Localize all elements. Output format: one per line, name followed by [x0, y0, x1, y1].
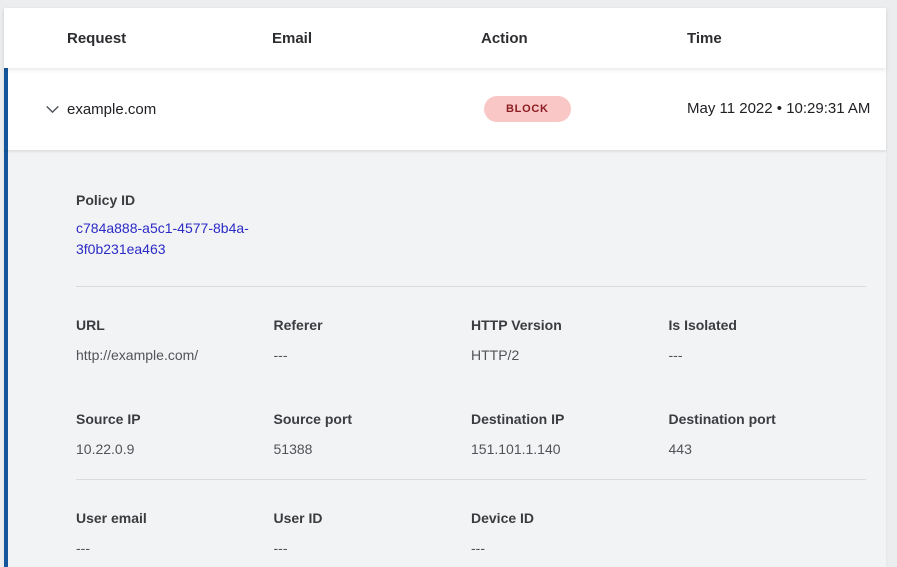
row-time-value: May 11 2022 • 10:29:31 AM — [687, 97, 886, 121]
field-label: Source IP — [76, 409, 274, 429]
destination-ip-field: Destination IP 151.101.1.140 — [471, 409, 669, 459]
field-label: User email — [76, 508, 274, 528]
detail-fields-row-1: URL http://example.com/ Referer --- HTTP… — [76, 315, 866, 365]
detail-fields-row-2: Source IP 10.22.0.9 Source port 51388 De… — [76, 409, 866, 459]
field-label: URL — [76, 315, 274, 335]
field-label: Is Isolated — [669, 315, 867, 335]
policy-id-field: Policy ID c784a888-a5c1-4577-8b4a-3f0b23… — [76, 190, 866, 260]
field-value: --- — [274, 345, 472, 365]
http-version-field: HTTP Version HTTP/2 — [471, 315, 669, 365]
url-field: URL http://example.com/ — [76, 315, 274, 365]
field-label: Referer — [274, 315, 472, 335]
user-email-field: User email --- — [76, 508, 274, 558]
source-ip-field: Source IP 10.22.0.9 — [76, 409, 274, 459]
policy-id-label: Policy ID — [76, 190, 866, 210]
field-label: HTTP Version — [471, 315, 669, 335]
field-value: 443 — [669, 439, 867, 459]
field-value: http://example.com/ — [76, 345, 274, 365]
column-header-action: Action — [481, 30, 687, 47]
field-value: --- — [669, 345, 867, 365]
field-value: HTTP/2 — [471, 345, 669, 365]
detail-fields-row-3: User email --- User ID --- Device ID --- — [76, 508, 866, 558]
row-action-cell: BLOCK — [481, 96, 687, 122]
field-label: Destination IP — [471, 409, 669, 429]
gateway-log-table: Request Email Action Time example.com BL… — [4, 8, 886, 567]
chevron-down-icon — [44, 101, 61, 118]
column-header-email: Email — [272, 30, 481, 47]
field-value: --- — [471, 538, 669, 558]
table-row[interactable]: example.com BLOCK May 11 2022 • 10:29:31… — [4, 68, 886, 150]
field-value: 10.22.0.9 — [76, 439, 274, 459]
device-id-field: Device ID --- — [471, 508, 669, 558]
field-label: Destination port — [669, 409, 867, 429]
section-divider — [76, 286, 866, 287]
section-divider — [76, 479, 866, 480]
field-value: --- — [274, 538, 472, 558]
block-status-badge: BLOCK — [484, 96, 571, 122]
column-header-time: Time — [687, 30, 886, 47]
user-id-field: User ID --- — [274, 508, 472, 558]
policy-id-link[interactable]: c784a888-a5c1-4577-8b4a-3f0b231ea463 — [76, 218, 276, 260]
collapse-row-button[interactable] — [42, 99, 62, 119]
field-value: --- — [76, 538, 274, 558]
referer-field: Referer --- — [274, 315, 472, 365]
table-header-row: Request Email Action Time — [4, 8, 886, 68]
source-port-field: Source port 51388 — [274, 409, 472, 459]
column-header-request: Request — [67, 30, 272, 47]
field-value: 51388 — [274, 439, 472, 459]
field-label: Source port — [274, 409, 472, 429]
field-value: 151.101.1.140 — [471, 439, 669, 459]
log-detail-panel: Policy ID c784a888-a5c1-4577-8b4a-3f0b23… — [4, 150, 886, 567]
is-isolated-field: Is Isolated --- — [669, 315, 867, 365]
field-label: Device ID — [471, 508, 669, 528]
field-label: User ID — [274, 508, 472, 528]
row-request-value: example.com — [67, 101, 272, 118]
destination-port-field: Destination port 443 — [669, 409, 867, 459]
